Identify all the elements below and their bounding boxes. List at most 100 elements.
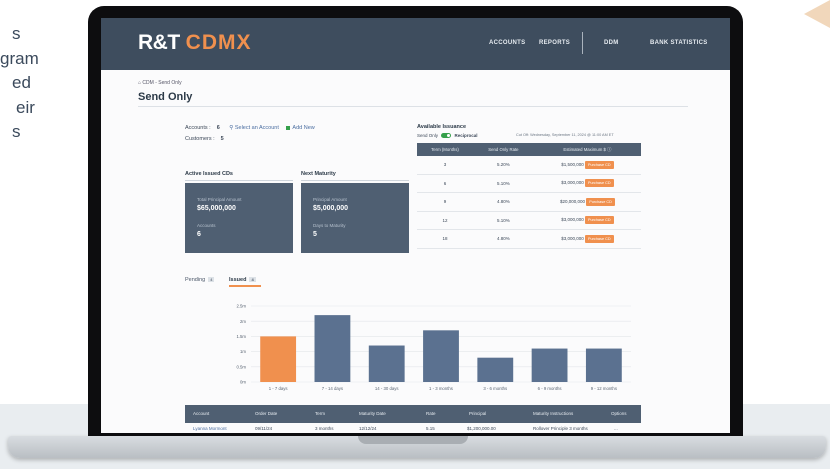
col-term: Term (Months) bbox=[417, 143, 473, 156]
col-maturity-instructions: Maturity Instructions bbox=[533, 411, 574, 416]
select-account-label: Select an Account bbox=[234, 125, 279, 131]
issuance-row: 6 5.10% $3,000,000 Purchase CD bbox=[417, 174, 641, 193]
accounts-count: Accounts :6 ⚲ Select an Account Add New bbox=[185, 125, 315, 131]
total-principal-value: $65,000,000 bbox=[197, 205, 236, 212]
logo-sub: CDMX bbox=[185, 31, 252, 54]
purchase-cd-button[interactable]: Purchase CD bbox=[585, 179, 614, 188]
rate-cell: 5.10% bbox=[472, 211, 534, 230]
max-cell: $3,000,000 Purchase CD bbox=[533, 211, 641, 230]
col-term: Term bbox=[315, 411, 325, 416]
logo[interactable]: R&T CDMX bbox=[138, 31, 252, 55]
customers-count: Customers :5 bbox=[185, 136, 224, 142]
app-header: R&T CDMX ACCOUNTS REPORTS DDM BANK STATIS… bbox=[101, 18, 730, 70]
breadcrumb: ⌂ CDM - Send Only bbox=[138, 80, 182, 86]
x-tick-label: 3 - 6 months bbox=[483, 386, 507, 391]
info-icon[interactable]: ⓘ bbox=[607, 147, 611, 152]
page-title: Send Only bbox=[138, 91, 193, 103]
principal-amount-label: Principal Amount bbox=[313, 197, 347, 202]
col-max: Estimated Maximum $ ⓘ bbox=[533, 143, 641, 156]
max-cell: $20,000,000 Purchase CD bbox=[533, 192, 641, 212]
reciprocal-toggle[interactable] bbox=[441, 133, 452, 139]
add-icon bbox=[286, 125, 291, 130]
add-new-link[interactable]: Add New bbox=[286, 125, 315, 131]
term-cell: 9 bbox=[417, 192, 473, 212]
tab-pending-count: 4 bbox=[208, 277, 215, 282]
principal-cell: $1,200,000.00 bbox=[467, 426, 496, 431]
purchase-cd-button[interactable]: Purchase CD bbox=[585, 160, 614, 169]
days-to-maturity-label: Days to Maturity bbox=[313, 223, 346, 228]
col-account: Account bbox=[193, 411, 210, 416]
maturity-bar-chart: 0m 0.5m 1m 1.5m 2m 2.5m 1 - 7 days 7 - 14 days 1… bbox=[236, 304, 631, 391]
x-tick-label: 6 - 9 months bbox=[538, 386, 562, 391]
col-order-date: Order Date bbox=[255, 411, 278, 416]
nav-bank-statistics[interactable]: BANK STATISTICS bbox=[650, 40, 708, 46]
term-cell: 3 bbox=[417, 156, 473, 175]
max-value: $1,500,000 bbox=[561, 161, 584, 167]
breadcrumb-text[interactable]: CDM - Send Only bbox=[142, 80, 181, 86]
bar bbox=[477, 357, 514, 382]
x-tick-label: 14 - 30 days bbox=[375, 386, 399, 391]
send-only-label: Send Only bbox=[417, 133, 439, 138]
nav-accounts[interactable]: ACCOUNTS bbox=[489, 40, 525, 46]
rate-cell: 4.80% bbox=[472, 229, 534, 249]
max-cell: $3,000,000 Purchase CD bbox=[533, 229, 641, 249]
y-tick-label: 2m bbox=[240, 319, 246, 324]
x-tick-label: 1 - 7 days bbox=[269, 386, 288, 391]
max-value: $3,000,000 bbox=[561, 217, 584, 223]
col-maturity-date: Maturity Date bbox=[359, 411, 386, 416]
next-maturity-card: Principal Amount $5,000,000 Days to Matu… bbox=[301, 183, 409, 253]
logo-main: R&T bbox=[138, 31, 180, 54]
account-cell[interactable]: Lyanna Mormont bbox=[193, 426, 227, 431]
rate-cell: 5.15 bbox=[426, 426, 435, 431]
rate-cell: 5.10% bbox=[472, 174, 534, 193]
y-tick-label: 1.5m bbox=[236, 334, 246, 339]
maturity-date-cell: 12/12/24 bbox=[359, 426, 377, 431]
tab-issued[interactable]: Issued 4 bbox=[229, 277, 256, 283]
max-cell: $1,500,000 Purchase CD bbox=[533, 156, 641, 175]
term-cell: 6 bbox=[417, 174, 473, 193]
options-menu[interactable]: ... bbox=[614, 426, 618, 431]
days-to-maturity-value: 5 bbox=[313, 231, 317, 238]
purchase-cd-button[interactable]: Purchase CD bbox=[585, 216, 614, 225]
active-tab-indicator bbox=[229, 285, 261, 287]
accounts-card-label: Accounts bbox=[197, 223, 216, 228]
accounts-card-value: 6 bbox=[197, 231, 201, 238]
accounts-label: Accounts bbox=[185, 125, 208, 131]
maturity-instructions-cell: Rollover Principle 3 months bbox=[533, 426, 588, 431]
active-cds-title: Active Issued CDs bbox=[185, 171, 233, 177]
reciprocal-label: Reciprocal bbox=[454, 133, 478, 138]
issuance-header-row: Term (Months) Send Only Rate Estimated M… bbox=[417, 143, 641, 156]
col-rate: Send Only Rate bbox=[472, 143, 534, 156]
y-tick-label: 2.5m bbox=[236, 304, 246, 309]
select-account-link[interactable]: ⚲ Select an Account bbox=[229, 125, 279, 131]
term-cell: 3 months bbox=[315, 426, 334, 431]
divider bbox=[185, 180, 293, 181]
divider bbox=[301, 180, 409, 181]
title-divider bbox=[138, 106, 688, 107]
bar bbox=[314, 315, 351, 382]
issuance-row: 9 4.80% $20,000,000 Purchase CD bbox=[417, 192, 641, 212]
nav-reports[interactable]: REPORTS bbox=[539, 40, 570, 46]
rate-cell: 5.20% bbox=[472, 156, 534, 175]
col-rate: Rate bbox=[426, 411, 436, 416]
cutoff-text: Cut Off: Wednesday, September 11, 2024 @… bbox=[516, 133, 614, 137]
add-new-label: Add New bbox=[292, 125, 315, 131]
marketing-line: s bbox=[12, 24, 21, 43]
tab-issued-label: Issued bbox=[229, 277, 247, 283]
marketing-line: s bbox=[12, 122, 21, 141]
laptop-screen: R&T CDMX ACCOUNTS REPORTS DDM BANK STATIS… bbox=[101, 18, 730, 433]
home-icon[interactable]: ⌂ bbox=[138, 80, 141, 86]
laptop-notch bbox=[358, 436, 468, 444]
tab-pending[interactable]: Pending 4 bbox=[185, 277, 215, 283]
nav-ddm[interactable]: DDM bbox=[604, 40, 619, 46]
purchase-cd-button[interactable]: Purchase CD bbox=[586, 197, 615, 206]
bar bbox=[423, 330, 459, 382]
term-cell: 18 bbox=[417, 229, 473, 249]
purchase-cd-button[interactable]: Purchase CD bbox=[585, 234, 614, 243]
issuance-table: Term (Months) Send Only Rate Estimated M… bbox=[417, 143, 641, 249]
x-tick-label: 9 - 12 months bbox=[591, 386, 617, 391]
marketing-line: eir bbox=[16, 97, 35, 117]
x-tick-label: 1 - 3 months bbox=[429, 386, 453, 391]
max-value: $3,000,000 bbox=[561, 180, 584, 186]
customers-value: 5 bbox=[220, 136, 224, 142]
